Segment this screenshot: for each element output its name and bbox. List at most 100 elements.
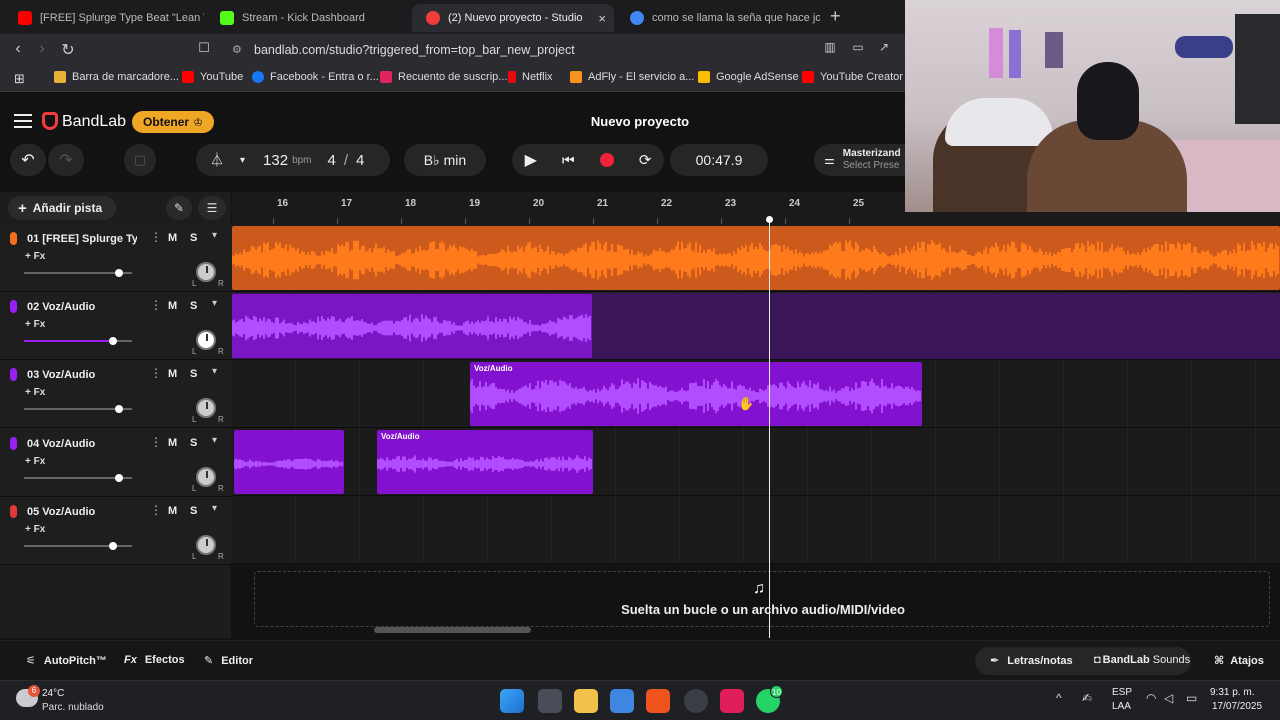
lyrics-button[interactable]: ✒ Letras/notas (990, 654, 1073, 667)
lane-5[interactable] (232, 496, 1280, 564)
metronome-icon[interactable]: ⏃ (210, 150, 224, 170)
bookmark-adfly[interactable]: AdFly - El servicio a... (570, 71, 694, 83)
mute-button[interactable]: M (168, 368, 177, 380)
automation-button[interactable]: ✎ (166, 196, 192, 220)
track-name[interactable]: 02 Voz/Audio (27, 301, 137, 313)
windows-start-icon[interactable] (500, 689, 524, 713)
solo-button[interactable]: S (190, 505, 197, 517)
drop-zone[interactable]: ♫ Suelta un bucle o un archivo audio/MID… (254, 571, 1270, 627)
pan-knob[interactable] (196, 535, 216, 555)
record-icon[interactable] (599, 153, 614, 167)
track-header-2[interactable]: 02 Voz/Audio ⋮ M S ▾ + Fx L R (0, 292, 232, 360)
mute-button[interactable]: M (168, 232, 177, 244)
track-header-5[interactable]: 05 Voz/Audio ⋮ M S ▾ + Fx L R (0, 497, 232, 565)
url-field[interactable]: ⚙ bandlab.com/studio?triggered_from=top_… (226, 39, 906, 61)
bookmark-facebook[interactable]: Facebook - Entra o r... (252, 71, 379, 83)
undo-button[interactable]: ↶ (10, 144, 46, 176)
share-icon[interactable]: ↗ (874, 40, 894, 54)
playhead-handle[interactable] (766, 216, 773, 223)
battery-icon[interactable]: ▭ (1186, 691, 1197, 705)
add-fx-button[interactable]: + Fx (25, 251, 45, 262)
volume-slider[interactable] (24, 269, 132, 277)
store-icon[interactable] (610, 689, 634, 713)
audio-region-voz-4b[interactable]: Voz/Audio (377, 430, 593, 494)
tab-kick[interactable]: Stream - Kick Dashboard (206, 4, 406, 32)
solo-button[interactable]: S (190, 300, 197, 312)
brave-icon[interactable] (646, 689, 670, 713)
bookmark-subs[interactable]: Recuento de suscrip... (380, 71, 507, 83)
volume-slider[interactable] (24, 542, 132, 550)
weather-text[interactable]: Parc. nublado (42, 702, 104, 713)
audio-region-voz-4a[interactable] (234, 430, 344, 494)
file-explorer-icon[interactable] (574, 689, 598, 713)
forward-button[interactable]: › (32, 40, 52, 58)
menu-icon[interactable] (14, 114, 32, 128)
track-name[interactable]: 05 Voz/Audio (27, 506, 137, 518)
more-icon[interactable]: ⋮ (150, 435, 162, 449)
close-icon[interactable]: × (598, 11, 606, 26)
key-selector[interactable]: B♭ min (404, 144, 486, 176)
time-display[interactable]: 00:47.9 (670, 144, 768, 176)
more-icon[interactable]: ⋮ (150, 230, 162, 244)
chevron-down-icon[interactable]: ▾ (212, 503, 217, 514)
mastering-button[interactable]: ⚌ Masterizand Select Prese (814, 144, 906, 176)
pen-input-icon[interactable]: ✍ (1082, 691, 1092, 705)
apps-icon[interactable]: ⊞ (14, 71, 25, 87)
chevron-up-icon[interactable]: ^ (1056, 691, 1062, 705)
chevron-down-icon[interactable]: ▾ (212, 298, 217, 309)
back-button[interactable]: ‹ (8, 40, 28, 58)
audio-region-voz-3[interactable]: Voz/Audio (470, 362, 922, 426)
chevron-down-icon[interactable]: ▾ (240, 155, 245, 166)
volume-handle[interactable] (115, 405, 123, 413)
bandlab-logo[interactable]: BandLab (62, 113, 126, 131)
shortcuts-button[interactable]: ⌘ Atajos (1214, 654, 1264, 667)
track-header-4[interactable]: 04 Voz/Audio ⋮ M S ▾ + Fx L R (0, 429, 232, 497)
new-tab-button[interactable]: + (830, 6, 841, 27)
track-header-1[interactable]: 01 [FREE] Splurge Typ... ⋮ M S ▾ + Fx L R (0, 224, 232, 292)
task-view-icon[interactable] (538, 689, 562, 713)
mute-button[interactable]: M (168, 505, 177, 517)
track-name[interactable]: 04 Voz/Audio (27, 438, 137, 450)
add-fx-button[interactable]: + Fx (25, 387, 45, 398)
mute-button[interactable]: M (168, 300, 177, 312)
bookmark-icon[interactable]: ☐ (194, 40, 214, 56)
tiktok-icon[interactable] (720, 689, 744, 713)
add-fx-button[interactable]: + Fx (25, 456, 45, 467)
volume-handle[interactable] (115, 269, 123, 277)
cast-icon[interactable]: ▭ (848, 40, 868, 54)
pan-knob[interactable] (196, 330, 216, 350)
site-info-icon[interactable]: ⚙ (232, 39, 242, 61)
sounds-button[interactable]: ◘ BandLab Sounds (1094, 654, 1190, 666)
tab-youtube[interactable]: [FREE] Splurge Type Beat "Lean Wit It" (4, 4, 204, 32)
audio-region-beat[interactable] (232, 226, 1280, 290)
pan-knob[interactable] (196, 398, 216, 418)
reload-button[interactable]: ↻ (58, 40, 78, 60)
volume-slider[interactable] (24, 405, 132, 413)
track-header-3[interactable]: 03 Voz/Audio ⋮ M S ▾ + Fx L R (0, 360, 232, 428)
add-track-button[interactable]: + Añadir pista (8, 196, 116, 220)
upgrade-button[interactable]: Obtener ♔ (132, 111, 214, 133)
time-sig-bottom[interactable]: 4 (356, 152, 364, 169)
more-icon[interactable]: ⋮ (150, 366, 162, 380)
bookmark-youtube[interactable]: YouTube (182, 71, 243, 83)
volume-slider[interactable] (24, 337, 132, 345)
keyboard-layout[interactable]: LAA (1112, 701, 1131, 712)
bookmark-creator[interactable]: YouTube Creator St (802, 71, 916, 83)
editor-button[interactable]: ✎ Editor (204, 654, 253, 667)
track-name[interactable]: 01 [FREE] Splurge Typ... (27, 233, 137, 245)
pan-knob[interactable] (196, 467, 216, 487)
playhead[interactable] (769, 218, 770, 638)
loop-region-button[interactable]: ▢ (124, 144, 156, 176)
chevron-down-icon[interactable]: ▾ (212, 366, 217, 377)
solo-button[interactable]: S (190, 437, 197, 449)
chevron-down-icon[interactable]: ▾ (212, 435, 217, 446)
loop-icon[interactable]: ⟳ (639, 151, 652, 169)
obs-icon[interactable] (684, 689, 708, 713)
solo-button[interactable]: S (190, 232, 197, 244)
track-name[interactable]: 03 Voz/Audio (27, 369, 137, 381)
more-icon[interactable]: ⋮ (150, 298, 162, 312)
track-settings-button[interactable]: ☰ (198, 196, 226, 220)
pan-knob[interactable] (196, 262, 216, 282)
effects-button[interactable]: Fx Efectos (124, 654, 185, 666)
bpm-value[interactable]: 132 (263, 152, 288, 169)
